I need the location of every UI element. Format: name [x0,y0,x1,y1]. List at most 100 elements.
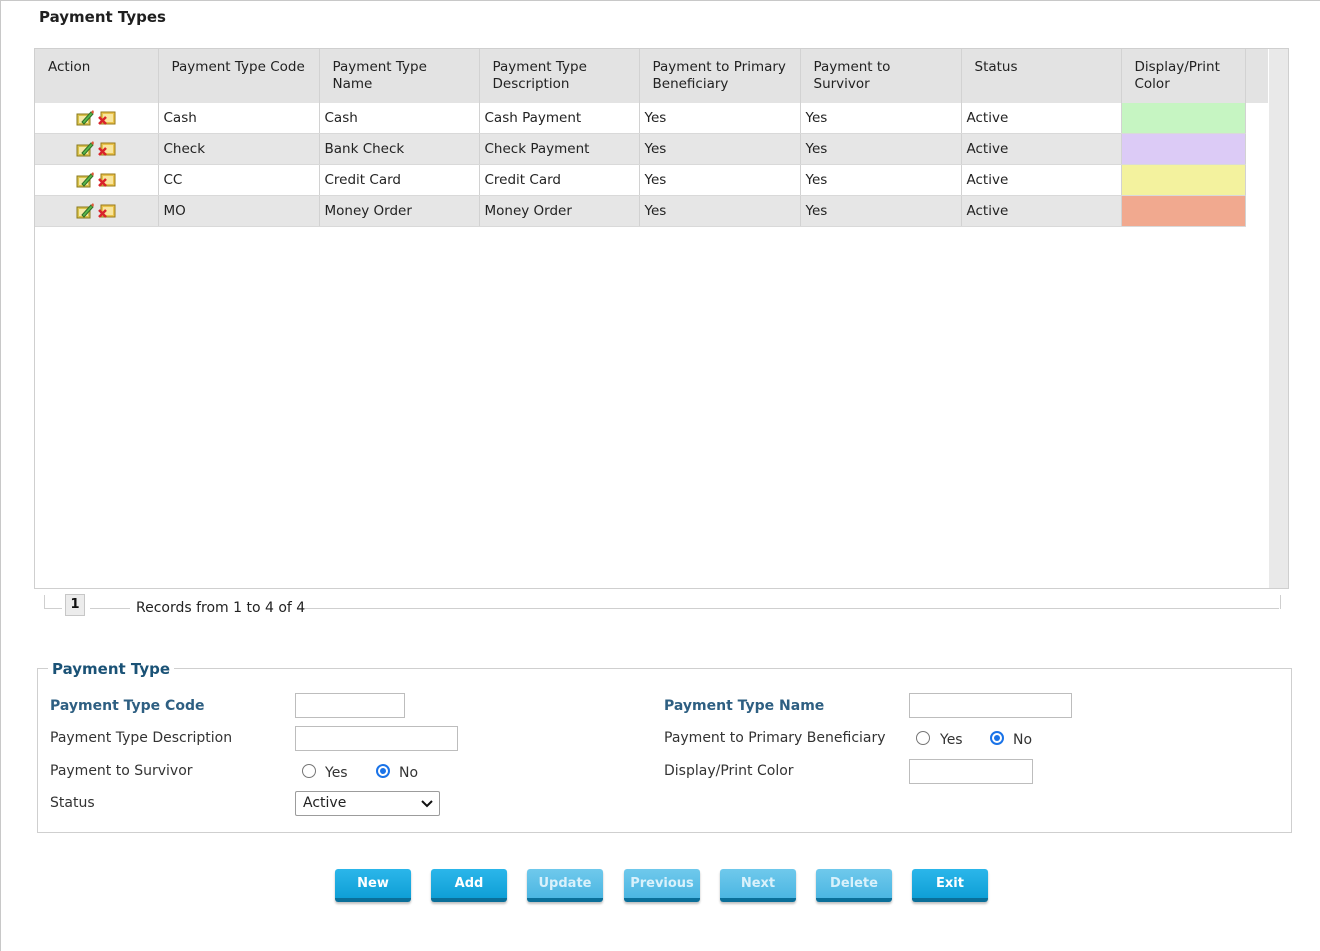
primary-yes-radio[interactable] [916,731,930,745]
cell-color-swatch [1121,164,1246,196]
column-header-description[interactable]: Payment Type Description [479,49,640,103]
row-actions [35,164,159,196]
cell-description: Money Order [479,195,640,227]
edit-icon[interactable] [75,171,95,189]
add-button[interactable]: Add [431,869,507,902]
column-header-code[interactable]: Payment Type Code [158,49,320,103]
status-select[interactable]: Active [295,791,440,816]
update-button[interactable]: Update [527,869,603,902]
cell-code: Check [158,133,320,165]
edit-icon[interactable] [75,202,95,220]
table-row[interactable]: Check Bank Check Check Payment Yes Yes A… [35,133,1268,165]
grid-vertical-scrollbar[interactable] [1269,49,1288,588]
delete-icon[interactable] [97,171,117,189]
row-filler [1245,164,1268,196]
pager-divider [298,608,1279,609]
payment-type-code-label: Payment Type Code [50,698,205,714]
cell-color-swatch [1121,103,1246,134]
delete-icon[interactable] [97,202,117,220]
primary-no-radio[interactable] [990,731,1004,745]
survivor-no-label: No [399,765,419,781]
row-filler [1245,103,1268,134]
cell-primary: Yes [639,103,801,134]
cell-code: Cash [158,103,320,134]
cell-survivor: Yes [800,133,962,165]
row-filler [1245,133,1268,165]
exit-button[interactable]: Exit [912,869,988,902]
page-border-top [0,0,1320,1]
page-border-left [0,0,1,951]
cell-name: Credit Card [319,164,480,196]
payment-to-survivor-label: Payment to Survivor [50,763,193,779]
primary-beneficiary-label: Payment to Primary Beneficiary [664,730,886,746]
status-label: Status [50,795,95,811]
column-header-action[interactable]: Action [35,49,159,103]
column-header-name[interactable]: Payment Type Name [319,49,480,103]
page-number-button[interactable]: 1 [65,594,85,616]
grid-header-row: Action Payment Type Code Payment Type Na… [35,49,1268,103]
cell-status: Active [961,164,1122,196]
cell-name: Money Order [319,195,480,227]
cell-code: MO [158,195,320,227]
cell-status: Active [961,133,1122,165]
pager-divider [90,608,130,609]
payment-types-table: Action Payment Type Code Payment Type Na… [35,49,1268,227]
cell-primary: Yes [639,195,801,227]
row-actions [35,103,159,134]
payment-type-form [37,668,1292,833]
survivor-yes-radio[interactable] [302,764,316,778]
column-header-primary[interactable]: Payment to Primary Beneficiary [639,49,801,103]
table-row[interactable]: MO Money Order Money Order Yes Yes Activ… [35,195,1268,227]
display-print-color-label: Display/Print Color [664,763,794,779]
primary-no-label: No [1013,732,1033,748]
survivor-no-radio[interactable] [376,764,390,778]
cell-survivor: Yes [800,164,962,196]
payment-type-description-input[interactable] [295,726,458,751]
cell-primary: Yes [639,164,801,196]
payment-type-name-input[interactable] [909,693,1072,718]
status-selected-value: Active [303,795,347,811]
previous-button[interactable]: Previous [624,869,700,902]
cell-name: Bank Check [319,133,480,165]
cell-status: Active [961,103,1122,134]
edit-icon[interactable] [75,140,95,158]
payment-type-code-input[interactable] [295,693,405,718]
records-count: Records from 1 to 4 of 4 [136,600,306,616]
cell-survivor: Yes [800,103,962,134]
form-legend: Payment Type [48,660,175,678]
cell-description: Cash Payment [479,103,640,134]
new-button[interactable]: New [335,869,411,902]
edit-icon[interactable] [75,109,95,127]
row-actions [35,133,159,165]
column-header-filler [1245,49,1268,103]
delete-icon[interactable] [97,140,117,158]
row-actions [35,195,159,227]
survivor-yes-label: Yes [325,765,348,781]
column-header-survivor[interactable]: Payment to Survivor [800,49,962,103]
column-header-color[interactable]: Display/Print Color [1121,49,1246,103]
row-filler [1245,195,1268,227]
payment-type-description-label: Payment Type Description [50,730,233,746]
column-header-status[interactable]: Status [961,49,1122,103]
table-row[interactable]: Cash Cash Cash Payment Yes Yes Active [35,103,1268,134]
cell-color-swatch [1121,133,1246,165]
cell-name: Cash [319,103,480,134]
payment-type-name-label: Payment Type Name [664,698,825,714]
cell-description: Check Payment [479,133,640,165]
cell-color-swatch [1121,195,1246,227]
next-button[interactable]: Next [720,869,796,902]
display-print-color-input[interactable] [909,759,1033,784]
primary-yes-label: Yes [940,732,963,748]
cell-description: Credit Card [479,164,640,196]
pager-divider [44,608,62,609]
delete-button[interactable]: Delete [816,869,892,902]
chevron-down-icon [421,794,433,814]
cell-primary: Yes [639,133,801,165]
table-row[interactable]: CC Credit Card Credit Card Yes Yes Activ… [35,164,1268,196]
page-title: Payment Types [39,8,166,26]
delete-icon[interactable] [97,109,117,127]
cell-code: CC [158,164,320,196]
cell-survivor: Yes [800,195,962,227]
cell-status: Active [961,195,1122,227]
payment-types-grid: Action Payment Type Code Payment Type Na… [34,48,1289,589]
